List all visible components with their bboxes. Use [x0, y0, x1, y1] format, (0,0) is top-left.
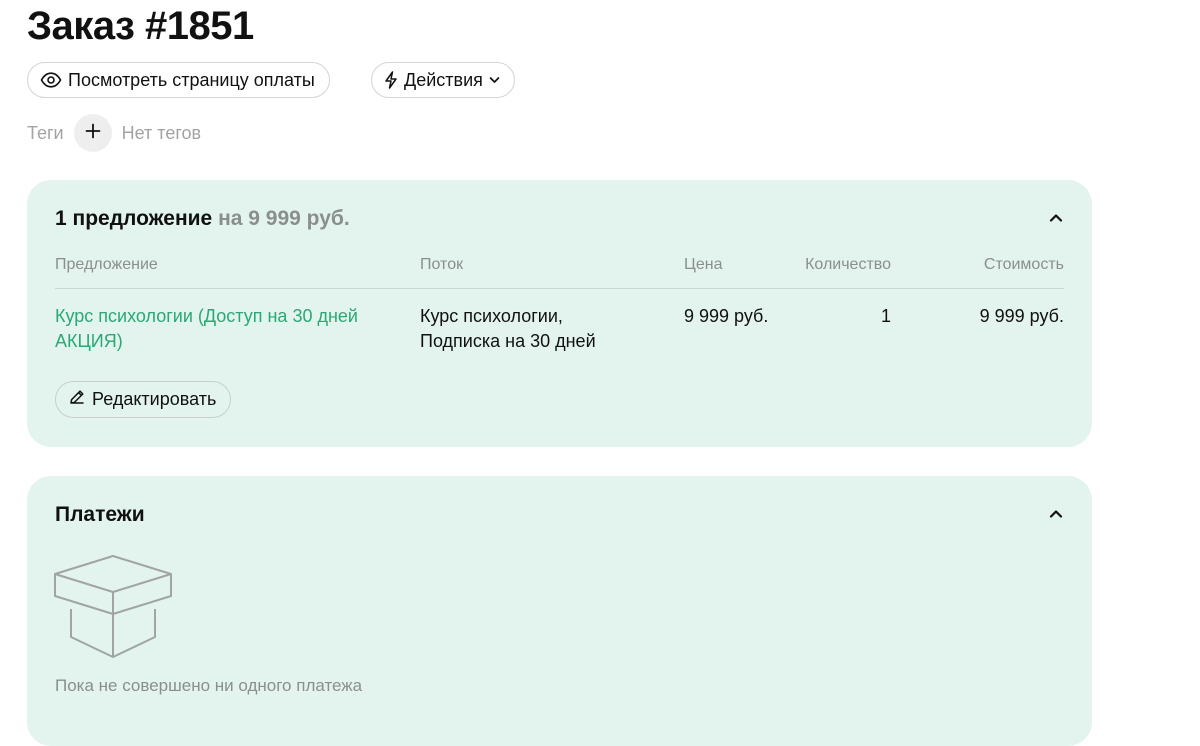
tags-label: Теги: [27, 122, 64, 143]
column-header-stream: Поток: [420, 256, 464, 273]
offer-link-line: Курс психологии (Доступ на 30 дней: [55, 306, 358, 326]
eye-icon: [40, 72, 62, 88]
pencil-icon: [68, 388, 86, 411]
collapse-payments-button[interactable]: [1042, 500, 1070, 528]
offer-link-line: АКЦИЯ): [55, 331, 123, 351]
offers-card: 1 предложение на 9 999 руб. Предложение …: [27, 180, 1092, 447]
view-payment-page-label: Посмотреть страницу оплаты: [68, 69, 315, 90]
column-header-cost: Стоимость: [983, 256, 1064, 273]
payments-card: Платежи Пока не совершено ни одного плат…: [27, 476, 1092, 746]
offer-price: 9 999 руб.: [684, 306, 769, 326]
payments-card-title: Платежи: [55, 503, 145, 526]
offer-quantity: 1: [880, 306, 891, 326]
offer-stream: Курс психологии, Подписка на 30 дней: [420, 304, 596, 354]
plus-icon: [85, 123, 101, 144]
column-header-quantity: Количество: [805, 256, 891, 273]
offers-card-title: 1 предложение на 9 999 руб.: [55, 207, 350, 231]
table-divider: [55, 288, 1064, 289]
edit-label: Редактировать: [92, 389, 217, 409]
offer-link[interactable]: Курс психологии (Доступ на 30 дней АКЦИЯ…: [55, 304, 358, 354]
actions-label: Действия: [404, 69, 483, 90]
actions-dropdown-button[interactable]: Действия: [371, 62, 515, 98]
no-tags-text: Нет тегов: [121, 122, 202, 143]
add-tag-button[interactable]: [73, 114, 112, 152]
offers-count: 1 предложение: [55, 207, 213, 230]
column-header-offer: Предложение: [55, 256, 158, 273]
chevron-up-icon: [1049, 209, 1063, 227]
collapse-offers-button[interactable]: [1042, 204, 1070, 232]
view-payment-page-button[interactable]: Посмотреть страницу оплаты: [27, 62, 330, 98]
offers-total: на 9 999 руб.: [218, 207, 350, 230]
edit-button[interactable]: Редактировать: [55, 381, 232, 418]
chevron-up-icon: [1049, 505, 1063, 523]
page-title: Заказ #1851: [27, 4, 254, 48]
column-header-price: Цена: [684, 256, 723, 273]
tags-row: Теги Нет тегов: [27, 114, 201, 152]
empty-box-icon: [53, 554, 173, 665]
lightning-icon: [384, 71, 398, 89]
offer-cost: 9 999 руб.: [979, 306, 1064, 326]
chevron-down-icon: [489, 76, 500, 84]
offer-stream-line: Подписка на 30 дней: [420, 331, 596, 351]
offer-stream-line: Курс психологии,: [420, 306, 563, 326]
no-payments-text: Пока не совершено ни одного платежа: [55, 676, 363, 695]
